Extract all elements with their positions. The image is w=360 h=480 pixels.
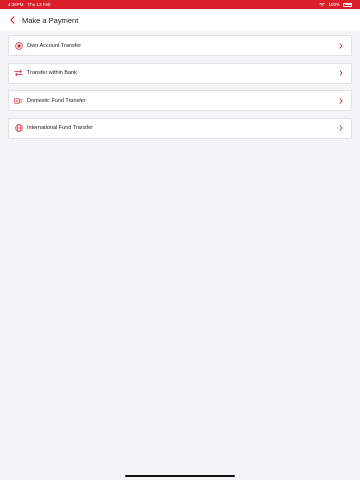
battery-icon xyxy=(343,2,352,7)
globe-icon xyxy=(14,124,23,133)
own-account-transfer-item[interactable]: Own Account Transfer xyxy=(8,35,352,56)
status-date: Thu 13 Feb xyxy=(27,2,51,7)
status-bar: 4:38PM Thu 13 Feb 100% xyxy=(0,0,360,9)
page-title: Make a Payment xyxy=(22,15,79,25)
international-fund-transfer-item[interactable]: International Fund Transfer xyxy=(8,117,352,139)
home-indicator[interactable] xyxy=(125,474,235,477)
battery-percent: 100% xyxy=(328,2,340,7)
status-time: 4:38PM xyxy=(8,2,24,7)
payment-options-list: Own Account Transfer Transfer within Ban… xyxy=(0,31,360,139)
domestic-fund-transfer-item[interactable]: Domestic Fund Transfer xyxy=(8,90,352,111)
chevron-left-icon xyxy=(9,16,15,24)
transfer-within-bank-item[interactable]: Transfer within Bank xyxy=(8,62,352,84)
own-account-icon xyxy=(14,41,23,50)
chevron-right-icon xyxy=(338,70,343,76)
item-label: Own Account Transfer xyxy=(27,42,82,49)
back-button[interactable] xyxy=(8,15,16,25)
chevron-right-icon xyxy=(338,125,343,131)
item-label: International Fund Transfer xyxy=(27,125,94,131)
item-label: Domestic Fund Transfer xyxy=(27,97,86,104)
item-label: Transfer within Bank xyxy=(27,70,77,76)
wifi-icon xyxy=(319,2,326,7)
chevron-right-icon xyxy=(338,42,343,49)
header: Make a Payment xyxy=(0,9,360,31)
domestic-transfer-icon xyxy=(14,96,23,105)
chevron-right-icon xyxy=(338,97,343,104)
transfer-arrows-icon xyxy=(14,69,23,78)
